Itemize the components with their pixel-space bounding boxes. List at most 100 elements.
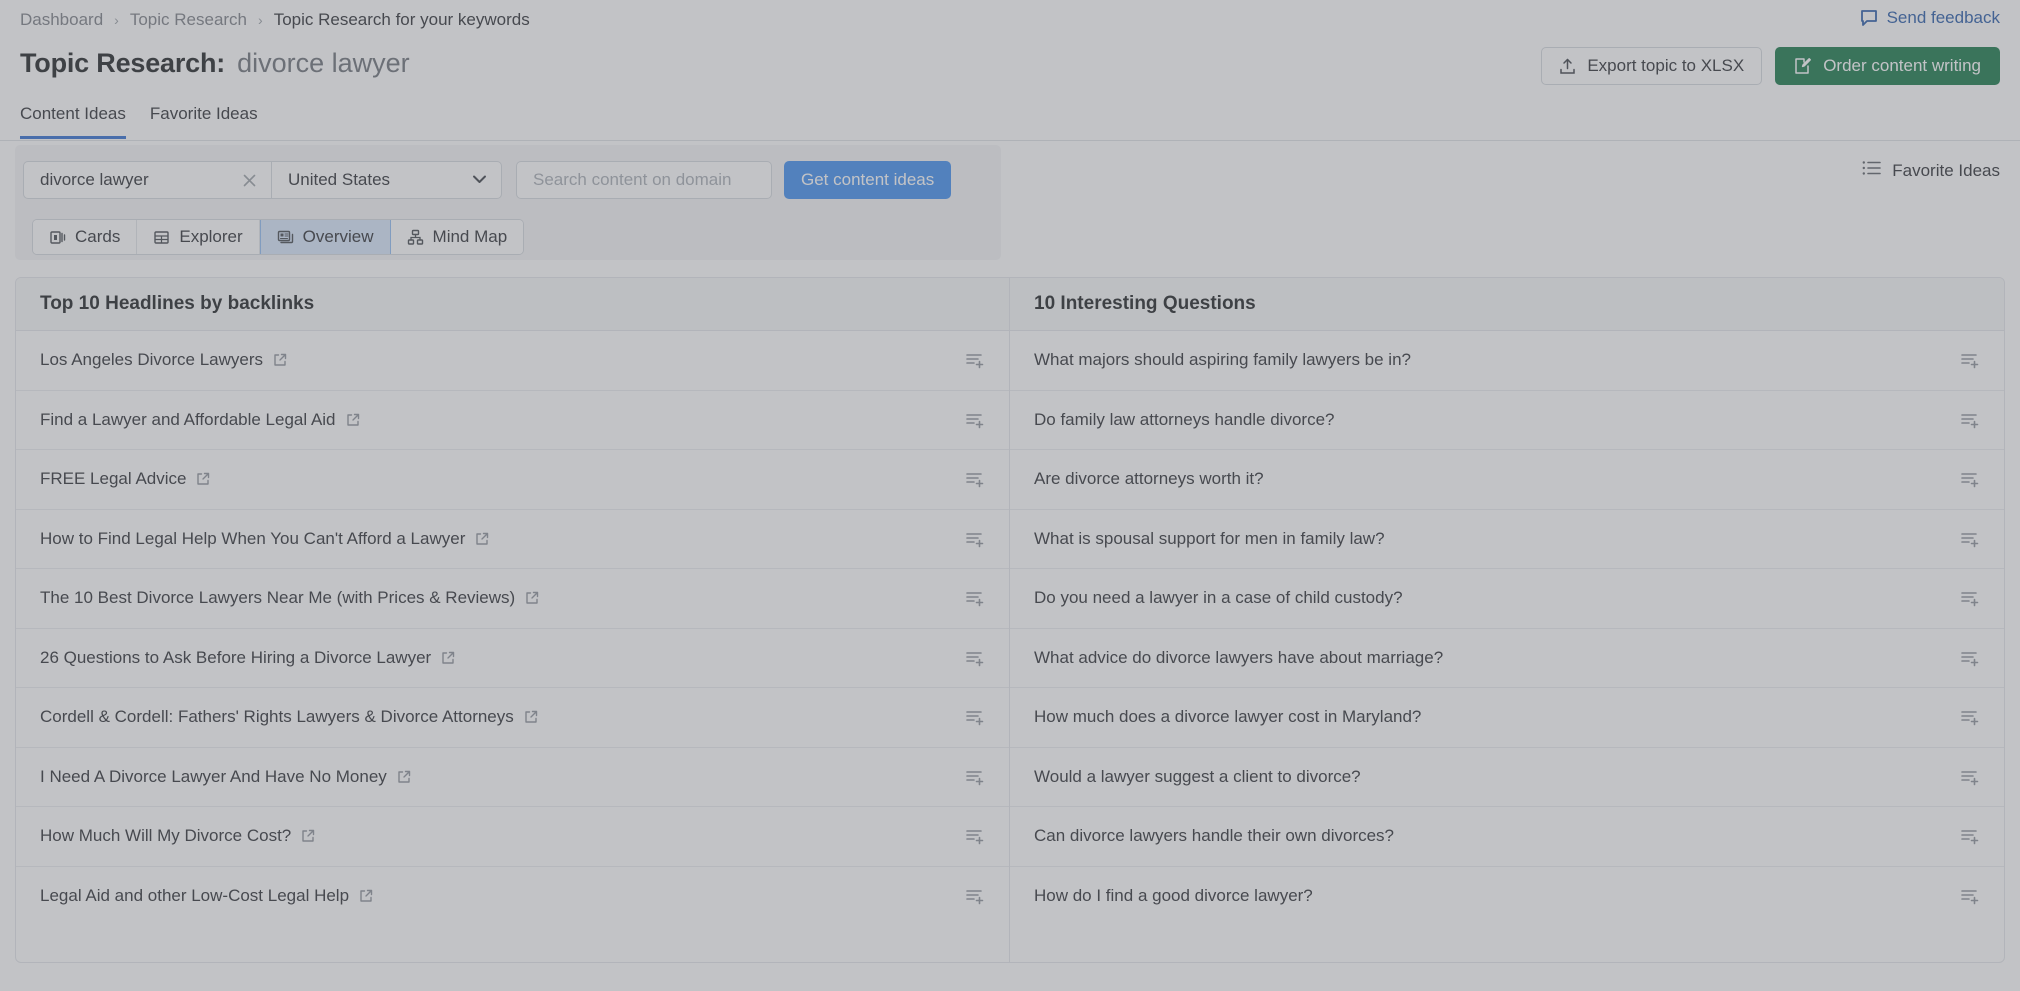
- clear-icon[interactable]: [239, 170, 259, 190]
- add-to-list-icon[interactable]: [965, 410, 985, 430]
- table-row[interactable]: Do family law attorneys handle divorce?: [1010, 391, 2004, 450]
- table-row[interactable]: What advice do divorce lawyers have abou…: [1010, 629, 2004, 688]
- add-to-list-icon[interactable]: [1960, 826, 1980, 846]
- headline-link[interactable]: Find a Lawyer and Affordable Legal Aid: [40, 410, 360, 430]
- header-actions: Export topic to XLSX Order content writi…: [1541, 47, 2000, 85]
- table-row[interactable]: Are divorce attorneys worth it?: [1010, 450, 2004, 510]
- add-to-list-icon[interactable]: [965, 707, 985, 727]
- external-link-icon: [525, 591, 539, 605]
- external-link-icon: [359, 889, 373, 903]
- headline-label: Find a Lawyer and Affordable Legal Aid: [40, 409, 336, 429]
- add-to-list-icon[interactable]: [1960, 529, 1980, 549]
- external-link-icon: [301, 829, 315, 843]
- search-toolbar: United States Get content ideas: [15, 145, 1001, 260]
- view-explorer-label: Explorer: [179, 227, 243, 246]
- question-text[interactable]: What majors should aspiring family lawye…: [1034, 350, 1411, 370]
- view-cards[interactable]: Cards: [33, 220, 138, 254]
- table-row[interactable]: Legal Aid and other Low-Cost Legal Help: [16, 867, 1009, 927]
- table-row[interactable]: Cordell & Cordell: Fathers' Rights Lawye…: [16, 688, 1009, 748]
- table-row[interactable]: 26 Questions to Ask Before Hiring a Divo…: [16, 629, 1009, 688]
- table-row[interactable]: Find a Lawyer and Affordable Legal Aid: [16, 391, 1009, 450]
- overview-icon: [277, 229, 294, 246]
- add-to-list-icon[interactable]: [1960, 410, 1980, 430]
- table-row[interactable]: How do I find a good divorce lawyer?: [1010, 867, 2004, 927]
- add-to-list-icon[interactable]: [1960, 588, 1980, 608]
- edit-document-icon: [1794, 57, 1812, 75]
- table-row[interactable]: How much does a divorce lawyer cost in M…: [1010, 688, 2004, 748]
- headline-label: 26 Questions to Ask Before Hiring a Divo…: [40, 647, 432, 667]
- tab-content-ideas[interactable]: Content Ideas: [20, 104, 126, 139]
- domain-input-wrapper: [516, 161, 772, 199]
- question-text[interactable]: How do I find a good divorce lawyer?: [1034, 886, 1313, 906]
- domain-search-input[interactable]: [533, 170, 755, 190]
- upload-icon: [1559, 58, 1576, 75]
- favorite-ideas-button[interactable]: Favorite Ideas: [1862, 160, 2000, 181]
- add-to-list-icon[interactable]: [965, 350, 985, 370]
- headline-link[interactable]: I Need A Divorce Lawyer And Have No Mone…: [40, 767, 411, 787]
- question-text[interactable]: Would a lawyer suggest a client to divor…: [1034, 767, 1361, 787]
- view-explorer[interactable]: Explorer: [137, 220, 260, 254]
- question-text[interactable]: What advice do divorce lawyers have abou…: [1034, 648, 1443, 668]
- breadcrumb-item-dashboard[interactable]: Dashboard: [20, 10, 103, 30]
- headline-link[interactable]: FREE Legal Advice: [40, 469, 210, 489]
- order-content-writing-label: Order content writing: [1823, 56, 1981, 75]
- headline-link[interactable]: Cordell & Cordell: Fathers' Rights Lawye…: [40, 707, 538, 727]
- add-to-list-icon[interactable]: [965, 648, 985, 668]
- speech-bubble-icon: [1860, 9, 1878, 27]
- question-label: How do I find a good divorce lawyer?: [1034, 886, 1313, 906]
- table-row[interactable]: Would a lawyer suggest a client to divor…: [1010, 748, 2004, 807]
- headline-link[interactable]: Legal Aid and other Low-Cost Legal Help: [40, 886, 373, 906]
- external-link-icon: [397, 770, 411, 784]
- add-to-list-icon[interactable]: [1960, 648, 1980, 668]
- table-row[interactable]: What is spousal support for men in famil…: [1010, 510, 2004, 569]
- headline-label: How Much Will My Divorce Cost?: [40, 826, 292, 846]
- headline-link[interactable]: How Much Will My Divorce Cost?: [40, 826, 315, 846]
- database-select[interactable]: United States: [271, 161, 502, 199]
- table-row[interactable]: I Need A Divorce Lawyer And Have No Mone…: [16, 748, 1009, 807]
- export-topic-button[interactable]: Export topic to XLSX: [1541, 47, 1763, 85]
- headline-link[interactable]: Los Angeles Divorce Lawyers: [40, 350, 287, 370]
- view-mind-map[interactable]: Mind Map: [390, 220, 524, 254]
- database-select-value: United States: [288, 170, 391, 189]
- add-to-list-icon[interactable]: [1960, 886, 1980, 906]
- question-text[interactable]: What is spousal support for men in famil…: [1034, 529, 1385, 549]
- add-to-list-icon[interactable]: [965, 886, 985, 906]
- tab-favorite-ideas[interactable]: Favorite Ideas: [150, 104, 258, 139]
- keyword-input-wrapper: [23, 161, 271, 199]
- mind-map-icon: [407, 229, 424, 246]
- headline-link[interactable]: 26 Questions to Ask Before Hiring a Divo…: [40, 648, 455, 668]
- external-link-icon: [441, 651, 455, 665]
- add-to-list-icon[interactable]: [1960, 767, 1980, 787]
- add-to-list-icon[interactable]: [1960, 350, 1980, 370]
- get-content-ideas-button[interactable]: Get content ideas: [784, 161, 952, 199]
- headline-link[interactable]: The 10 Best Divorce Lawyers Near Me (wit…: [40, 588, 539, 608]
- question-text[interactable]: Do family law attorneys handle divorce?: [1034, 410, 1334, 430]
- send-feedback-link[interactable]: Send feedback: [1860, 8, 2000, 28]
- add-to-list-icon[interactable]: [965, 469, 985, 489]
- table-row[interactable]: How Much Will My Divorce Cost?: [16, 807, 1009, 867]
- keyword-input[interactable]: [40, 170, 239, 190]
- table-row[interactable]: Los Angeles Divorce Lawyers: [16, 331, 1009, 391]
- headline-link[interactable]: How to Find Legal Help When You Can't Af…: [40, 529, 489, 549]
- external-link-icon: [524, 710, 538, 724]
- order-content-writing-button[interactable]: Order content writing: [1775, 47, 2000, 85]
- table-row[interactable]: Do you need a lawyer in a case of child …: [1010, 569, 2004, 629]
- add-to-list-icon[interactable]: [965, 767, 985, 787]
- question-text[interactable]: How much does a divorce lawyer cost in M…: [1034, 707, 1421, 727]
- add-to-list-icon[interactable]: [965, 826, 985, 846]
- table-row[interactable]: How to Find Legal Help When You Can't Af…: [16, 510, 1009, 569]
- add-to-list-icon[interactable]: [965, 529, 985, 549]
- question-text[interactable]: Are divorce attorneys worth it?: [1034, 469, 1264, 489]
- add-to-list-icon[interactable]: [1960, 469, 1980, 489]
- view-overview[interactable]: Overview: [259, 220, 391, 254]
- table-row[interactable]: Can divorce lawyers handle their own div…: [1010, 807, 2004, 867]
- breadcrumb-item-topic-research[interactable]: Topic Research: [130, 10, 247, 30]
- add-to-list-icon[interactable]: [1960, 707, 1980, 727]
- question-text[interactable]: Do you need a lawyer in a case of child …: [1034, 588, 1403, 608]
- question-text[interactable]: Can divorce lawyers handle their own div…: [1034, 826, 1394, 846]
- table-row[interactable]: FREE Legal Advice: [16, 450, 1009, 510]
- add-to-list-icon[interactable]: [965, 588, 985, 608]
- table-row[interactable]: What majors should aspiring family lawye…: [1010, 331, 2004, 391]
- favorite-ideas-label: Favorite Ideas: [1892, 160, 2000, 180]
- table-row[interactable]: The 10 Best Divorce Lawyers Near Me (wit…: [16, 569, 1009, 629]
